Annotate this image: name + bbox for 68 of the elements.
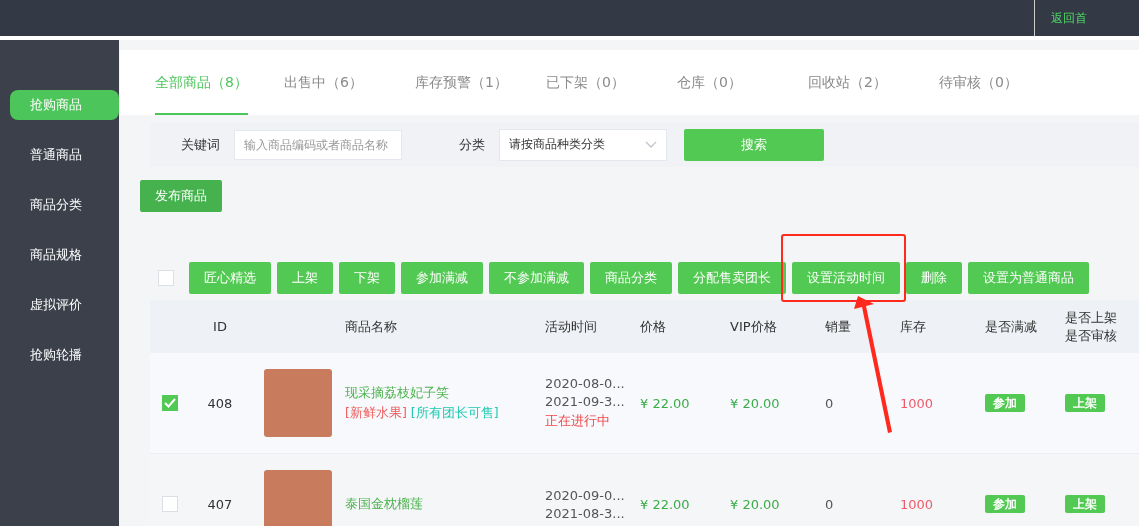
publish-button[interactable]: 发布商品 bbox=[140, 180, 222, 212]
price-cell-text: ¥ 22.00 bbox=[640, 496, 691, 512]
action-button[interactable]: 不参加满减 bbox=[489, 262, 584, 294]
action-button[interactable]: 分配售卖团长 bbox=[678, 262, 786, 294]
price-cell-text: ¥ 22.00 bbox=[640, 395, 691, 411]
column-header: VIP价格 bbox=[730, 317, 778, 336]
row-checkbox[interactable] bbox=[162, 395, 178, 411]
discount-badge[interactable]: 参加 bbox=[985, 494, 1025, 513]
row-checkbox[interactable] bbox=[162, 496, 178, 512]
chevron-down-icon bbox=[645, 140, 657, 149]
keyword-field[interactable]: 输入商品编码或者商品名称 bbox=[234, 129, 402, 160]
end-time: 2021-09-3... bbox=[545, 394, 626, 409]
column-header: ID bbox=[212, 319, 228, 334]
tab[interactable]: 全部商品（8） bbox=[155, 50, 248, 115]
action-button[interactable]: 下架 bbox=[339, 262, 395, 294]
category-label: 分类 bbox=[459, 135, 485, 154]
action-button[interactable]: 删除 bbox=[906, 262, 962, 294]
column-header: 活动时间 bbox=[545, 317, 598, 336]
start-time: 2020-08-0... bbox=[545, 376, 626, 391]
action-button[interactable]: 商品分类 bbox=[590, 262, 672, 294]
vip-price-cell-text: ¥ 20.00 bbox=[730, 395, 781, 411]
search-button[interactable]: 搜索 bbox=[684, 128, 824, 161]
stock-cell-text: 1000 bbox=[900, 496, 935, 512]
action-button[interactable]: 上架 bbox=[277, 262, 333, 294]
start-time: 2020-09-0... bbox=[545, 487, 626, 503]
sales-cell-text: 0 bbox=[825, 395, 835, 411]
select-all-checkbox[interactable] bbox=[158, 270, 174, 286]
column-header: 库存 bbox=[900, 317, 927, 336]
sidebar-item[interactable]: 虚拟评价 bbox=[10, 290, 119, 320]
column-header: 商品名称 bbox=[345, 317, 398, 336]
action-button[interactable]: 设置为普通商品 bbox=[968, 262, 1089, 294]
action-button[interactable]: 参加满减 bbox=[401, 262, 483, 294]
column-header: 销量 bbox=[825, 317, 852, 336]
photo-placeholder bbox=[263, 369, 332, 437]
column-header: 是否满减 bbox=[985, 317, 1038, 336]
product-name-link[interactable]: 现采摘荔枝妃子笑 bbox=[345, 384, 545, 402]
tab[interactable]: 回收站（2） bbox=[807, 50, 903, 115]
sidebar-item[interactable]: 商品分类 bbox=[10, 190, 119, 220]
tab[interactable]: 已下架（0） bbox=[545, 50, 641, 115]
table-cell-text: 407 bbox=[206, 496, 234, 512]
photo-placeholder bbox=[263, 470, 332, 526]
discount-badge[interactable]: 参加 bbox=[985, 393, 1025, 412]
table-cell-text: 408 bbox=[206, 395, 234, 411]
action-button[interactable]: 匠心精选 bbox=[189, 262, 271, 294]
action-button[interactable]: 设置活动时间 bbox=[792, 262, 900, 294]
tab[interactable]: 待审核（0） bbox=[938, 50, 1034, 115]
tab[interactable]: 出售中（6） bbox=[283, 50, 379, 115]
column-header: 价格 bbox=[640, 317, 667, 336]
sidebar-item[interactable]: 普通商品 bbox=[10, 140, 119, 170]
sales-cell-text: 0 bbox=[825, 496, 835, 512]
keyword-label: 关键词 bbox=[181, 135, 220, 154]
shelf-badge[interactable]: 上架 bbox=[1065, 393, 1105, 412]
home-link[interactable]: 返回首 bbox=[1051, 9, 1087, 27]
column-header: 是否上架是否审核 bbox=[1065, 308, 1117, 345]
product-tag: [所有团长可售] bbox=[410, 405, 499, 422]
sidebar-item[interactable]: 商品规格 bbox=[10, 240, 119, 270]
vip-price-cell-text: ¥ 20.00 bbox=[730, 496, 781, 512]
category-dropdown[interactable]: 请按商品种类分类 bbox=[499, 128, 667, 161]
product-name-link[interactable]: 泰国金枕榴莲 bbox=[345, 495, 545, 513]
product-tag: [新鲜水果] bbox=[345, 405, 407, 422]
sidebar-item[interactable]: 抢购轮播 bbox=[10, 340, 119, 370]
stock-cell-text: 1000 bbox=[900, 395, 935, 411]
tab[interactable]: 仓库（0） bbox=[676, 50, 772, 115]
shelf-badge[interactable]: 上架 bbox=[1065, 494, 1105, 513]
status-text: 正在进行中 bbox=[545, 412, 611, 430]
tab[interactable]: 库存预警（1） bbox=[414, 50, 510, 115]
sidebar-item[interactable]: 抢购商品 bbox=[10, 90, 119, 120]
end-time: 2021-08-3... bbox=[545, 505, 626, 521]
